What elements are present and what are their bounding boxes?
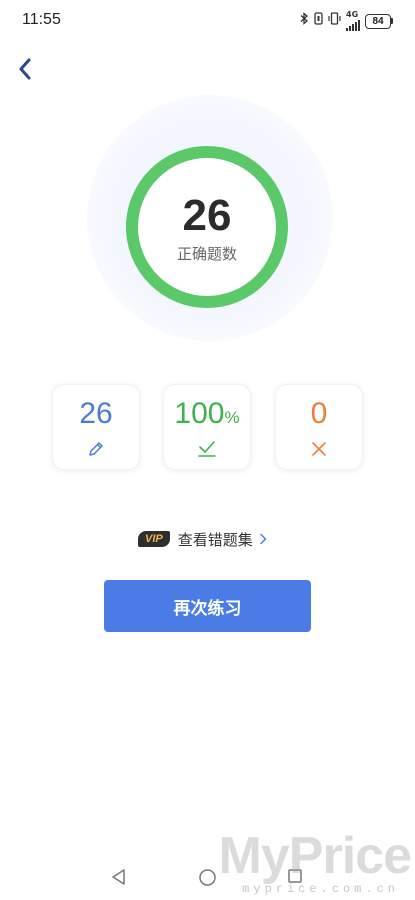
vip-badge: VIP xyxy=(138,531,170,547)
battery-icon: 84 xyxy=(365,13,393,29)
wrong-book-link[interactable]: VIP 查看错题集 xyxy=(138,528,267,550)
system-nav-bar xyxy=(0,854,415,900)
back-button[interactable] xyxy=(12,56,38,82)
status-bar: 11:55 4G 84 xyxy=(0,0,415,40)
cross-icon xyxy=(309,439,329,463)
wrong-book-label: 查看错题集 xyxy=(177,530,253,549)
answered-count: 26 xyxy=(79,397,113,430)
quiz-result-screen: 11:55 4G 84 26 正确题数 26 100% 0 VIP 查看错题集 … xyxy=(0,0,415,900)
battery-level: 84 xyxy=(365,13,391,29)
accuracy-value: 100 xyxy=(174,397,225,430)
bluetooth-icon xyxy=(300,12,309,30)
stat-card-accuracy: 100% xyxy=(163,384,251,470)
correct-count: 26 xyxy=(182,190,232,240)
nav-home-button[interactable] xyxy=(198,868,217,891)
stat-card-wrong: 0 xyxy=(275,384,363,470)
stat-card-answered: 26 xyxy=(52,384,140,470)
correct-count-label: 正确题数 xyxy=(176,244,237,263)
accuracy-unit: % xyxy=(224,408,240,427)
circle-home-icon xyxy=(199,869,216,886)
pencil-icon xyxy=(86,439,106,463)
stat-value: 100% xyxy=(174,397,239,435)
square-recents-icon xyxy=(288,869,302,883)
status-time: 11:55 xyxy=(22,11,61,28)
status-icons: 4G 84 xyxy=(300,11,393,31)
cellular-indicator: 4G xyxy=(346,11,360,31)
score-ring: 26 正确题数 xyxy=(126,146,288,308)
check-icon xyxy=(196,439,218,463)
back-arrow-icon xyxy=(19,58,31,80)
stat-value: 26 xyxy=(79,397,112,435)
nav-back-button[interactable] xyxy=(110,868,128,890)
vibrate-icon xyxy=(328,12,341,30)
wrong-count: 0 xyxy=(310,397,328,430)
network-type: 4G xyxy=(346,10,359,19)
stat-value: 0 xyxy=(311,397,328,435)
chevron-right-icon xyxy=(260,533,266,545)
retry-practice-button[interactable]: 再次练习 xyxy=(104,580,311,632)
signal-icon xyxy=(346,19,360,31)
triangle-back-icon xyxy=(112,869,125,885)
nav-recents-button[interactable] xyxy=(287,868,303,888)
nfc-icon xyxy=(314,12,323,30)
